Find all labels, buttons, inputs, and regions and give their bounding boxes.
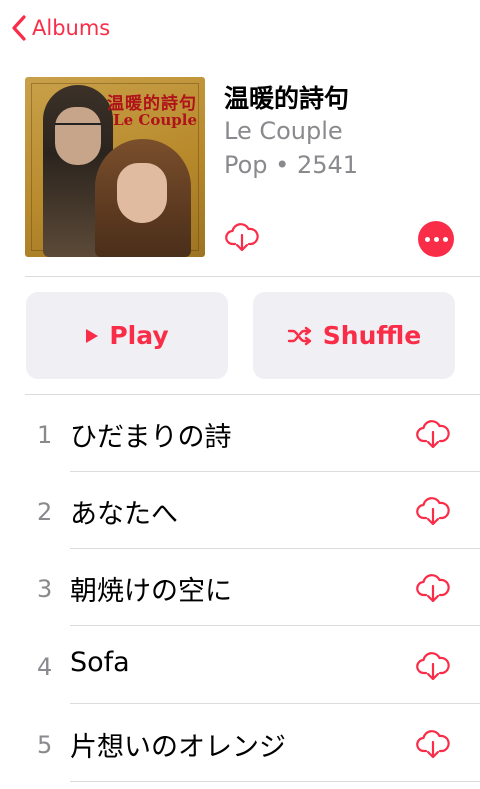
track-row[interactable]: 3 朝焼けの空に <box>0 549 480 626</box>
track-download-button[interactable] <box>416 496 450 526</box>
track-download-button[interactable] <box>416 419 450 449</box>
cloud-download-icon <box>416 574 450 603</box>
track-number: 4 <box>37 653 53 681</box>
album-header: 温暖的詩句 Le Couple 温暖的詩句 Le Couple Pop • 25… <box>25 77 455 257</box>
artwork-artist-text: Le Couple <box>113 111 197 129</box>
track-title: Sofa <box>70 647 130 678</box>
header-separator <box>25 276 480 277</box>
cloud-download-icon <box>416 497 450 526</box>
play-button-label: Play <box>109 321 169 350</box>
track-title: 朝焼けの空に <box>70 576 232 607</box>
track-row[interactable]: 4 Sofa <box>0 627 480 704</box>
shuffle-button[interactable]: Shuffle <box>253 292 455 379</box>
track-title: ひだまりの詩 <box>70 422 232 453</box>
cloud-download-icon <box>416 730 450 759</box>
shuffle-button-label: Shuffle <box>322 321 422 350</box>
row-separator <box>70 625 480 626</box>
more-options-button[interactable] <box>418 221 454 257</box>
track-number: 2 <box>37 498 53 526</box>
cloud-download-icon <box>225 223 259 252</box>
track-number: 1 <box>37 421 53 449</box>
shuffle-icon <box>287 326 313 346</box>
artwork-glasses <box>55 123 101 135</box>
ellipsis-dot <box>433 236 439 242</box>
row-separator <box>70 781 480 782</box>
row-separator <box>70 703 480 704</box>
track-title: 片想いのオレンジ <box>70 732 286 763</box>
track-download-button[interactable] <box>416 651 450 681</box>
navigation-bar: Albums <box>0 0 480 56</box>
cloud-download-icon <box>416 652 450 681</box>
artwork-face-man <box>55 107 101 165</box>
artwork-face-woman <box>117 163 167 223</box>
track-title: あなたへ <box>70 499 178 530</box>
track-download-button[interactable] <box>416 729 450 759</box>
back-button[interactable]: Albums <box>10 12 110 44</box>
track-number: 3 <box>37 575 53 603</box>
album-artist[interactable]: Le Couple <box>224 117 343 145</box>
track-download-button[interactable] <box>416 573 450 603</box>
album-artwork[interactable]: 温暖的詩句 Le Couple <box>25 77 205 257</box>
chevron-left-icon <box>12 15 26 41</box>
cloud-download-icon <box>416 420 450 449</box>
track-row[interactable]: 5 片想いのオレンジ <box>0 705 480 782</box>
back-button-label: Albums <box>32 16 111 40</box>
play-icon <box>85 328 99 344</box>
track-row[interactable]: 1 ひだまりの詩 <box>0 395 480 472</box>
track-number: 5 <box>37 731 53 759</box>
ellipsis-dot <box>424 236 430 242</box>
album-genre-year: Pop • 2541 <box>224 151 359 179</box>
track-row[interactable]: 2 あなたへ <box>0 472 480 549</box>
album-title: 温暖的詩句 <box>224 84 350 113</box>
play-button[interactable]: Play <box>26 292 228 379</box>
album-download-button[interactable] <box>225 222 259 252</box>
ellipsis-dot <box>442 236 448 242</box>
